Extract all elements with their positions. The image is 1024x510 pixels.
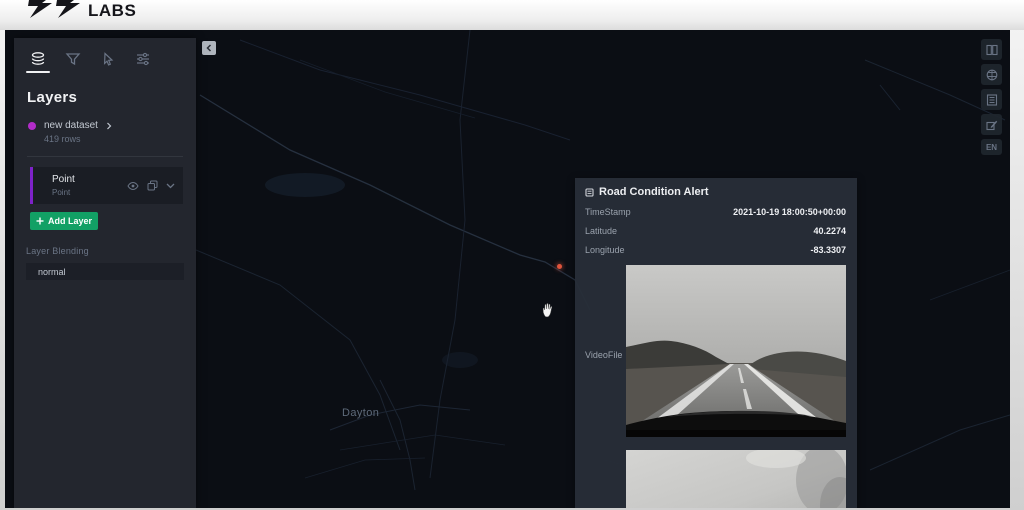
map-controls: EN (981, 39, 1002, 155)
dataset-row[interactable]: new dataset (14, 106, 196, 131)
layer-title: Point (52, 174, 75, 185)
popup-field-row: TimeStamp 2021-10-19 18:00:50+00:00 (585, 207, 846, 217)
chevron-down-icon (166, 183, 175, 189)
layers-icon (30, 51, 46, 67)
video-field-label: VideoFile (585, 265, 626, 508)
eye-icon (127, 181, 139, 191)
field-label: Longitude (585, 245, 625, 255)
panel-title: Layers (14, 75, 196, 106)
add-layer-label: Add Layer (48, 216, 92, 226)
app-screen: LABS Dayton (0, 0, 1024, 510)
field-value: 40.2274 (813, 226, 846, 236)
layer-subtitle: Point (52, 188, 75, 197)
layer-visibility-button[interactable] (127, 181, 139, 191)
sidebar-collapse-button[interactable] (202, 41, 216, 55)
tab-layers[interactable] (26, 51, 50, 75)
locale-button[interactable]: EN (981, 139, 1002, 155)
map-popup: Road Condition Alert TimeStamp 2021-10-1… (575, 178, 857, 508)
brand-logo: LABS (28, 0, 136, 22)
pin-layers-icon (585, 188, 594, 197)
toggle-3d-button[interactable] (981, 64, 1002, 85)
kepler-app: Dayton (5, 30, 1010, 508)
brand-logo-icon (28, 0, 86, 22)
layer-blending-value: normal (38, 267, 66, 277)
side-panel-tabs (14, 38, 196, 75)
draw-on-map-button[interactable] (981, 114, 1002, 135)
popup-field-row: Longitude -83.3307 (585, 245, 846, 255)
browser-topbar: LABS (0, 0, 1024, 30)
dataset-color-dot (28, 122, 36, 130)
duplicate-icon (147, 180, 158, 191)
field-value: 2021-10-19 18:00:50+00:00 (733, 207, 846, 217)
layer-card-point[interactable]: Point Point (30, 167, 183, 204)
sliders-icon (135, 51, 151, 67)
show-legend-button[interactable] (981, 89, 1002, 110)
dataset-name: new dataset (44, 120, 98, 131)
split-map-icon (986, 44, 998, 56)
tab-interactions[interactable] (96, 51, 120, 75)
dataset-row-count: 419 rows (14, 131, 196, 144)
field-label: Latitude (585, 226, 617, 236)
filter-funnel-icon (65, 51, 81, 67)
layer-blending-label: Layer Blending (14, 230, 196, 256)
active-tab-underline (26, 71, 50, 73)
chevron-right-icon (106, 122, 112, 130)
field-value: -83.3307 (810, 245, 846, 255)
popup-video-row: VideoFile (585, 265, 846, 508)
popup-field-row: Latitude 40.2274 (585, 226, 846, 236)
layer-expand-button[interactable] (166, 183, 175, 189)
video-frame-1 (626, 265, 846, 437)
legend-icon (986, 94, 998, 106)
brand-logo-text: LABS (88, 2, 136, 19)
cursor-pointer-icon (100, 51, 116, 67)
tab-filters[interactable] (61, 51, 85, 75)
panel-divider (27, 156, 183, 157)
plus-icon (36, 217, 44, 225)
map-point-marker[interactable] (557, 264, 562, 269)
add-layer-button[interactable]: Add Layer (30, 212, 98, 230)
split-map-button[interactable] (981, 39, 1002, 60)
globe-3d-icon (986, 69, 998, 81)
video-frame-2 (626, 450, 846, 508)
draw-polygon-icon (986, 119, 998, 131)
hand-cursor-icon (541, 302, 555, 318)
popup-title: Road Condition Alert (599, 186, 709, 198)
popup-header: Road Condition Alert (585, 186, 846, 198)
layer-blending-select[interactable]: normal (26, 263, 184, 280)
side-panel: Layers new dataset 419 rows Point Point (14, 38, 196, 508)
map-city-label: Dayton (342, 407, 379, 419)
tab-basemap-settings[interactable] (131, 51, 155, 75)
layer-duplicate-button[interactable] (147, 180, 158, 191)
chevron-left-icon (205, 44, 213, 52)
field-label: TimeStamp (585, 207, 631, 217)
